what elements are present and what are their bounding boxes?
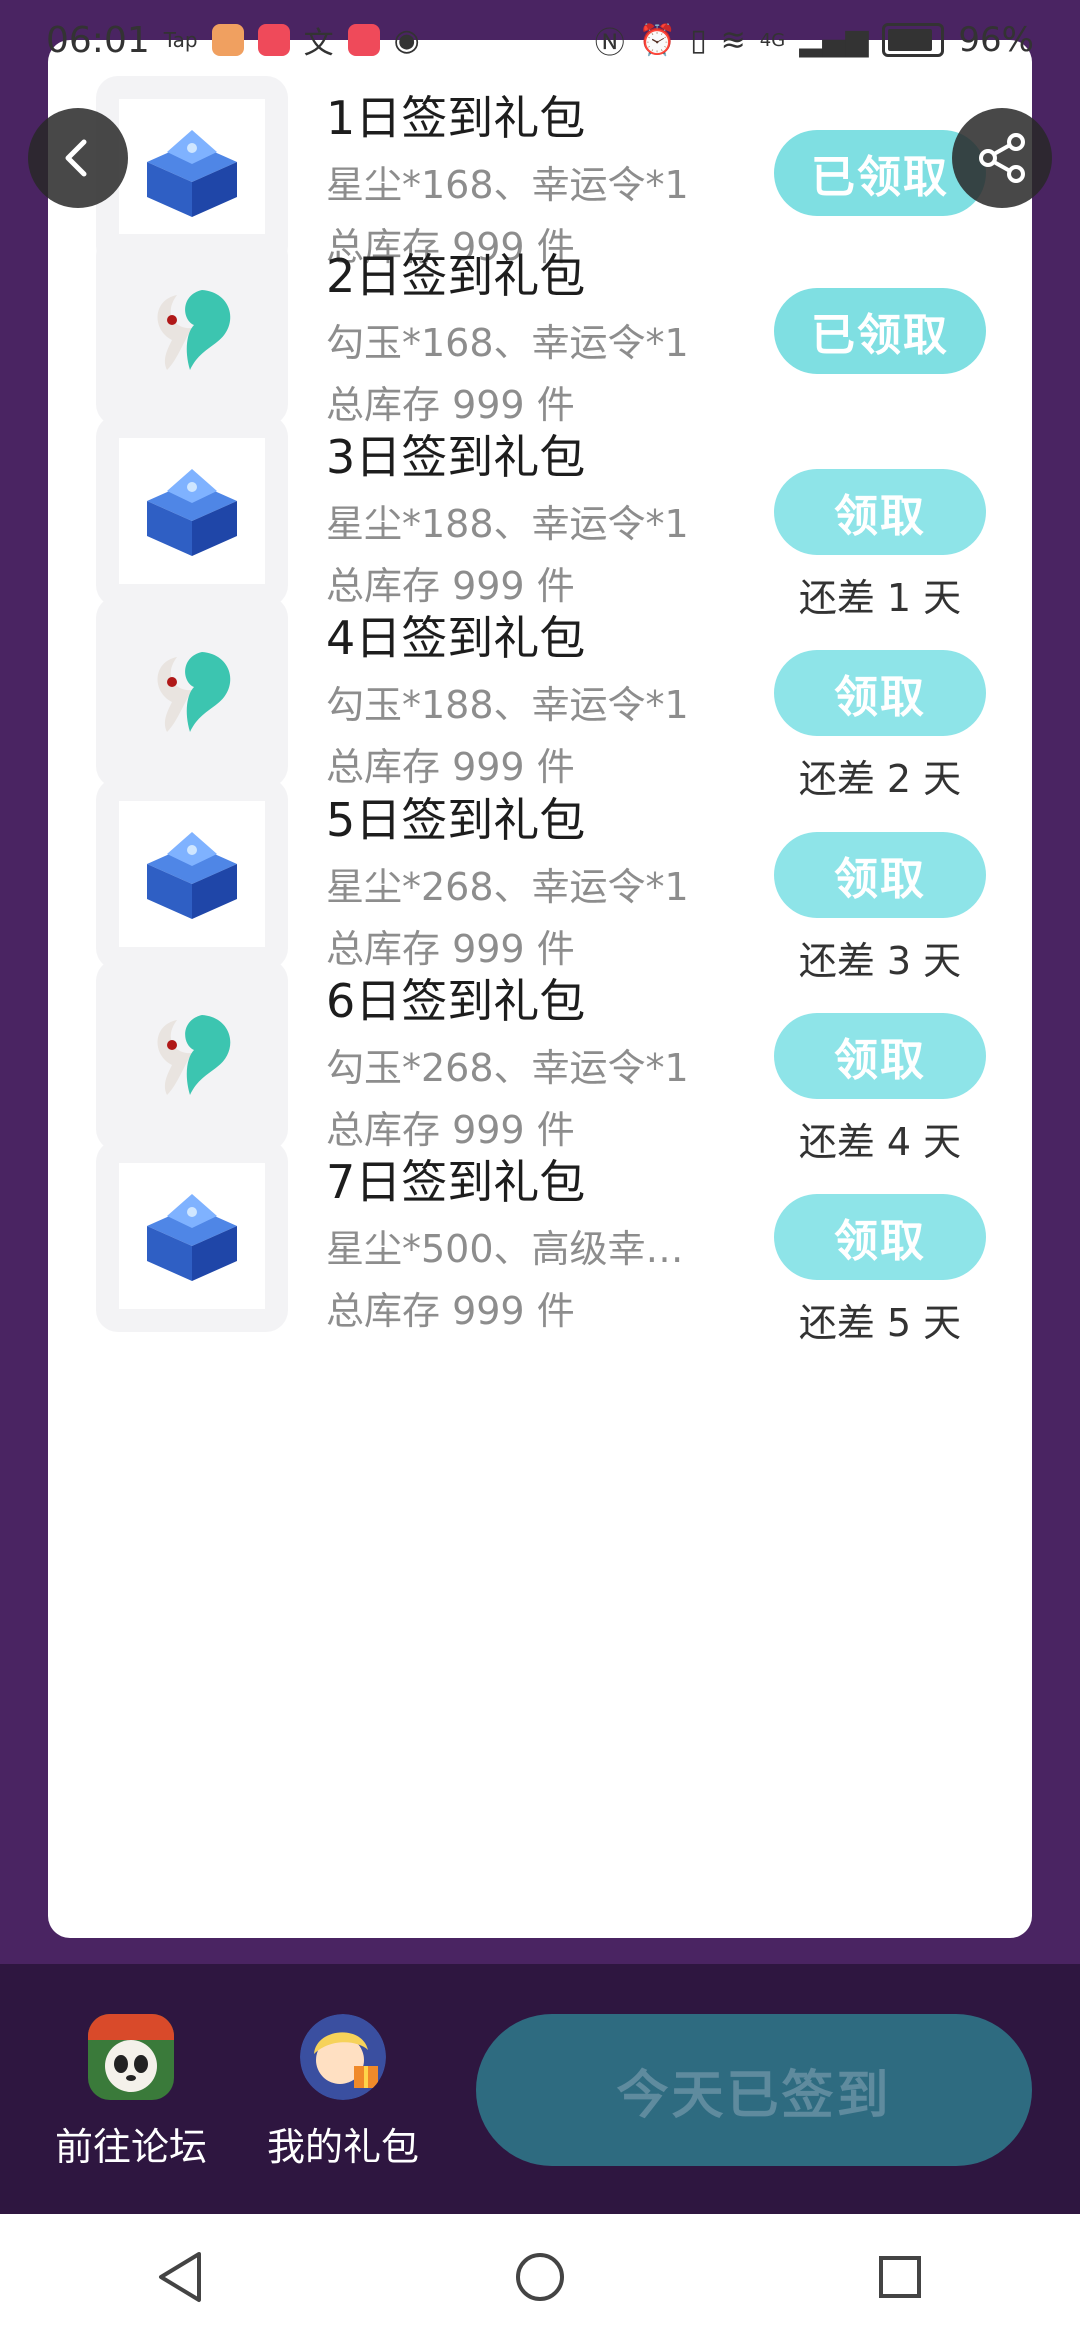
gift-row-day4: 4日签到礼包 勾玉*188、幸运令*1 总库存 999 件 领取 还差 2 天 — [48, 596, 1032, 801]
my-gifts-button[interactable]: 我的礼包 — [248, 2014, 438, 2171]
claimed-button[interactable]: 已领取 — [774, 288, 986, 374]
gift-row-day2: 2日签到礼包 勾玉*168、幸运令*1 总库存 999 件 已领取 — [48, 234, 1032, 434]
gift-contents: 星尘*268、幸运令*1 — [326, 865, 689, 909]
gift-title: 2日签到礼包 — [326, 249, 586, 303]
nav-back-button[interactable] — [120, 2227, 240, 2327]
signal-icon: ▂▄▆ — [799, 22, 869, 58]
taptap-notification-icon: Tap — [163, 28, 198, 52]
status-bar: 06:01 Tap 文 ◉ Ⓝ ⏰ ▯ ≋ 4G ▂▄▆ 96% — [0, 0, 1080, 80]
share-button[interactable] — [952, 108, 1052, 208]
claim-button[interactable]: 领取 — [774, 469, 986, 555]
claim-button[interactable]: 领取 — [774, 1013, 986, 1099]
gift-contents: 星尘*500、高级幸… — [326, 1227, 684, 1271]
gift-title: 3日签到礼包 — [326, 430, 586, 484]
triangle-back-icon — [159, 2252, 201, 2302]
my-gifts-label: 我的礼包 — [266, 2125, 419, 2169]
crystal-chest-icon — [147, 832, 237, 919]
gift-contents: 勾玉*168、幸运令*1 — [326, 321, 689, 365]
gift-stock: 总库存 999 件 — [326, 1289, 575, 1333]
network-type-label: 4G — [759, 29, 786, 51]
gift-contents: 勾玉*268、幸运令*1 — [326, 1046, 689, 1090]
back-button[interactable] — [28, 108, 128, 208]
claim-button[interactable]: 领取 — [774, 650, 986, 736]
status-left: 06:01 Tap 文 ◉ — [46, 18, 420, 62]
go-to-forum-label: 前往论坛 — [54, 2125, 207, 2169]
gift-title: 7日签到礼包 — [326, 1155, 586, 1209]
app-notification-icon-2 — [347, 24, 380, 56]
gift-contents: 勾玉*188、幸运令*1 — [326, 683, 689, 727]
gift-row-day7: 7日签到礼包 星尘*500、高级幸… 总库存 999 件 领取 还差 5 天 — [48, 1140, 1032, 1345]
gift-list-card: 1日签到礼包 星尘*168、幸运令*1 总库存 999 件 已领取 2日签到礼包… — [48, 40, 1032, 1938]
nav-home-button[interactable] — [480, 2227, 600, 2327]
system-navigation-bar — [0, 2214, 1080, 2340]
go-to-forum-button[interactable]: 前往论坛 — [36, 2014, 226, 2171]
checked-in-today-button[interactable]: 今天已签到 — [476, 2014, 1032, 2166]
gift-thumb — [96, 415, 288, 607]
claim-button[interactable]: 领取 — [774, 832, 986, 918]
square-recents-icon — [879, 2256, 921, 2298]
my-gifts-icon — [300, 2014, 386, 2100]
crystal-chest-icon — [147, 130, 237, 217]
gift-title: 5日签到礼包 — [326, 793, 586, 847]
wifi-icon: ≋ — [720, 22, 746, 58]
nav-recents-button[interactable] — [840, 2227, 960, 2327]
crystal-chest-icon — [147, 1194, 237, 1281]
battery-icon — [882, 23, 945, 57]
alarm-icon: ⏰ — [638, 22, 677, 58]
nfc-icon: Ⓝ — [594, 26, 625, 61]
gift-contents: 星尘*168、幸运令*1 — [326, 163, 689, 207]
magatama-icon — [157, 652, 231, 732]
gift-row-day5: 5日签到礼包 星尘*268、幸运令*1 总库存 999 件 领取 还差 3 天 — [48, 778, 1032, 983]
days-remaining: 还差 5 天 — [798, 1301, 962, 1345]
gift-thumb — [96, 1140, 288, 1332]
gift-title: 4日签到礼包 — [326, 611, 586, 665]
chevron-left-icon — [65, 139, 87, 177]
forum-game-icon — [88, 2014, 174, 2100]
gift-row-day3: 3日签到礼包 星尘*188、幸运令*1 总库存 999 件 领取 还差 1 天 — [48, 415, 1032, 620]
eye-icon: ◉ — [393, 22, 420, 58]
app-notification-icon — [257, 24, 290, 56]
gift-thumb — [96, 596, 288, 788]
claim-button[interactable]: 领取 — [774, 1194, 986, 1280]
gift-thumb — [96, 959, 288, 1151]
status-right: Ⓝ ⏰ ▯ ≋ 4G ▂▄▆ 96% — [595, 18, 1034, 62]
gift-thumb — [96, 234, 288, 426]
magatama-icon — [157, 290, 231, 370]
gift-contents: 星尘*188、幸运令*1 — [326, 502, 689, 546]
translate-notification-icon: 文 — [303, 26, 334, 61]
gift-thumb — [96, 778, 288, 970]
vibrate-icon: ▯ — [690, 22, 707, 58]
crystal-chest-icon — [147, 469, 237, 556]
magatama-icon — [157, 1015, 231, 1095]
bottom-action-bar: 前往论坛 我的礼包 今天已签到 — [0, 1964, 1080, 2214]
share-icon — [979, 133, 1025, 183]
status-time: 06:01 — [46, 19, 150, 61]
gift-title: 1日签到礼包 — [326, 91, 586, 145]
battery-percent: 96% — [958, 20, 1034, 60]
gift-title: 6日签到礼包 — [326, 974, 586, 1028]
chat-notification-icon — [211, 24, 244, 56]
circle-home-icon — [516, 2253, 564, 2301]
gift-row-day6: 6日签到礼包 勾玉*268、幸运令*1 总库存 999 件 领取 还差 4 天 — [48, 959, 1032, 1164]
